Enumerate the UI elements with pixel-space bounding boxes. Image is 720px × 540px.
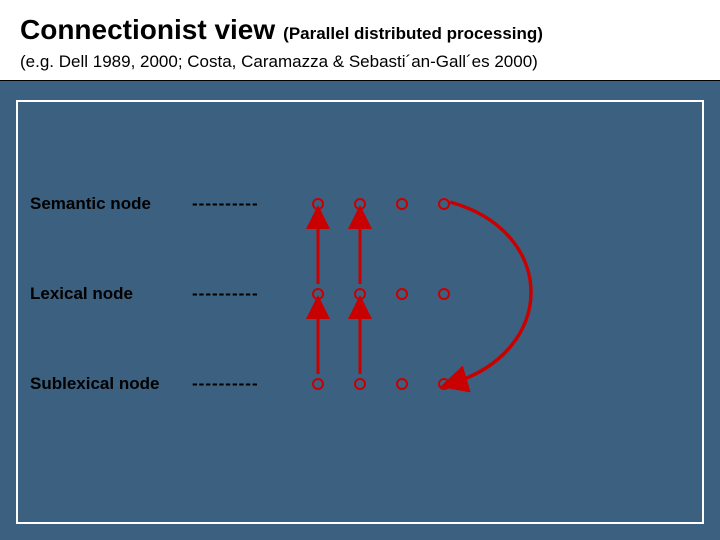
page-subtitle: (Parallel distributed processing) bbox=[283, 24, 543, 44]
lexical-node-1 bbox=[312, 288, 324, 300]
header: Connectionist view (Parallel distributed… bbox=[0, 0, 720, 81]
sublexical-node-1 bbox=[312, 378, 324, 390]
row-lexical: Lexical node ---------- bbox=[30, 284, 450, 304]
semantic-node-3 bbox=[396, 198, 408, 210]
lexical-node-4 bbox=[438, 288, 450, 300]
connection-arrows bbox=[18, 102, 702, 522]
semantic-node-2 bbox=[354, 198, 366, 210]
row-dashes-sublexical: ---------- bbox=[192, 374, 302, 394]
sublexical-node-3 bbox=[396, 378, 408, 390]
row-dashes-lexical: ---------- bbox=[192, 284, 302, 304]
arrow-sem4-sub4-curve bbox=[450, 202, 531, 384]
row-label-semantic: Semantic node bbox=[30, 194, 192, 214]
semantic-node-4 bbox=[438, 198, 450, 210]
sublexical-node-4 bbox=[438, 378, 450, 390]
semantic-node-1 bbox=[312, 198, 324, 210]
diagram-frame: Semantic node ---------- Lexical node --… bbox=[16, 100, 704, 524]
row-dashes-semantic: ---------- bbox=[192, 194, 302, 214]
row-semantic: Semantic node ---------- bbox=[30, 194, 450, 214]
lexical-node-2 bbox=[354, 288, 366, 300]
row-label-sublexical: Sublexical node bbox=[30, 374, 192, 394]
page-title: Connectionist view bbox=[20, 14, 275, 46]
citation-line: (e.g. Dell 1989, 2000; Costa, Caramazza … bbox=[20, 52, 700, 72]
sublexical-node-2 bbox=[354, 378, 366, 390]
lexical-node-3 bbox=[396, 288, 408, 300]
row-sublexical: Sublexical node ---------- bbox=[30, 374, 450, 394]
row-label-lexical: Lexical node bbox=[30, 284, 192, 304]
